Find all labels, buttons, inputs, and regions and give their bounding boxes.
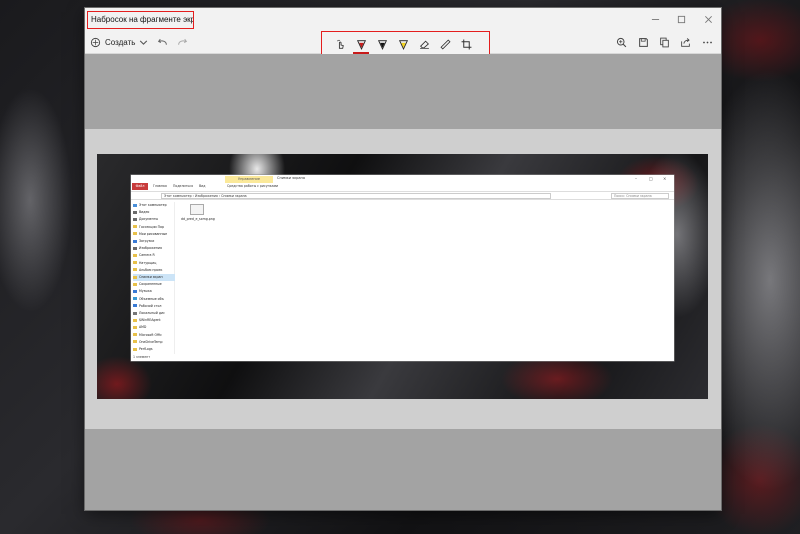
- window-title: Набросок на фрагменте экрана: [87, 11, 194, 29]
- toolbar: Создать: [85, 30, 721, 56]
- maximize-button[interactable]: [668, 8, 694, 30]
- explorer-tab-picture-tools: Средства работы с рисунками: [227, 184, 279, 188]
- explorer-address-bar: Этот компьютер › Изображения › Снимки эк…: [161, 193, 551, 199]
- explorer-nav-item: AMD: [133, 324, 175, 331]
- explorer-tab-file: Файл: [132, 183, 148, 190]
- explorer-status-bar: 1 элемент: [133, 355, 151, 359]
- explorer-nav-item: Мои рисованные: [133, 231, 175, 238]
- minimize-button[interactable]: [642, 8, 668, 30]
- explorer-nav-item: Видео: [133, 209, 175, 216]
- explorer-window-capture: Управление Снимки экрана – □ × Файл Глав…: [131, 175, 674, 361]
- explorer-navigation-pane: Этот компьютер Видео Документы Госсекции Па…: [131, 202, 175, 354]
- explorer-nav-item: PerfLogs: [133, 346, 175, 353]
- explorer-nav-item: Этот компьютер: [133, 202, 175, 209]
- close-button[interactable]: [695, 8, 721, 30]
- title-bar: Набросок на фрагменте экрана: [85, 8, 721, 30]
- touch-writing-icon[interactable]: [332, 36, 348, 52]
- new-snip-label: Создать: [105, 37, 136, 47]
- explorer-nav-item: Загрузки: [133, 238, 175, 245]
- explorer-minimize-icon: –: [635, 176, 637, 181]
- redo-icon[interactable]: [174, 34, 190, 50]
- highlighter-icon[interactable]: [395, 36, 411, 52]
- explorer-nav-item: Госсекции Пар: [133, 224, 175, 231]
- explorer-nav-item: Снимки экран: [133, 274, 175, 281]
- explorer-nav-item: Microsoft Offic: [133, 332, 175, 339]
- more-options-icon[interactable]: [699, 34, 715, 50]
- explorer-nav-item: Альбом проек: [133, 267, 175, 274]
- drawing-tools-group: [321, 31, 490, 56]
- zoom-icon[interactable]: [613, 34, 629, 50]
- canvas-area[interactable]: Управление Снимки экрана – □ × Файл Глав…: [85, 54, 721, 510]
- pencil-icon[interactable]: [374, 36, 390, 52]
- explorer-nav-item: Изображения: [133, 245, 175, 252]
- explorer-tab-view: Вид: [199, 184, 206, 188]
- copy-icon[interactable]: [656, 34, 672, 50]
- explorer-nav-item: Объемные объ: [133, 296, 175, 303]
- explorer-nav-item: OneDriveTemp: [133, 339, 175, 346]
- file-thumbnail-icon: [190, 204, 204, 215]
- crop-icon[interactable]: [458, 36, 474, 52]
- share-icon[interactable]: [677, 34, 693, 50]
- explorer-tab-share: Поделиться: [173, 184, 194, 188]
- explorer-maximize-icon: □: [649, 176, 653, 181]
- explorer-title: Снимки экрана: [277, 176, 305, 180]
- snip-sketch-window: Набросок на фрагменте экрана Создать: [85, 8, 721, 510]
- eraser-icon[interactable]: [416, 36, 432, 52]
- explorer-nav-item: Рабочий стол: [133, 303, 175, 310]
- ballpoint-pen-icon[interactable]: [353, 36, 369, 54]
- save-icon[interactable]: [635, 34, 651, 50]
- explorer-nav-item: Camera R: [133, 252, 175, 259]
- new-snip-button[interactable]: Создать: [90, 33, 135, 51]
- new-snip-icon: [90, 37, 101, 48]
- explorer-address-row: Этот компьютер › Изображения › Снимки эк…: [131, 191, 674, 200]
- explorer-ribbon-tabs: Файл Главная Поделиться Вид Средства раб…: [131, 183, 674, 190]
- file-name: dd_pred_e_sxmg.png: [181, 217, 215, 221]
- explorer-nav-item: Документы: [133, 216, 175, 223]
- explorer-nav-item: Натурщиц: [133, 260, 175, 267]
- explorer-manage-tag: Управление: [225, 176, 273, 183]
- explorer-file-item: dd_pred_e_sxmg.png: [181, 204, 215, 232]
- explorer-nav-item: Локальный дис: [133, 310, 175, 317]
- explorer-close-icon: ×: [663, 176, 667, 181]
- explorer-nav-item: Музыка: [133, 288, 175, 295]
- captured-screenshot[interactable]: Управление Снимки экрана – □ × Файл Глав…: [97, 154, 708, 399]
- explorer-search-box: Поиск: Снимки экрана: [611, 193, 669, 199]
- explorer-tab-home: Главная: [153, 184, 167, 188]
- explorer-nav-item: $WinREAgent: [133, 317, 175, 324]
- chevron-down-icon[interactable]: [135, 34, 151, 50]
- ruler-icon[interactable]: [437, 36, 453, 52]
- undo-icon[interactable]: [154, 34, 170, 50]
- explorer-title-bar: Управление Снимки экрана – □ ×: [131, 175, 674, 183]
- explorer-nav-item: Сохраненные: [133, 281, 175, 288]
